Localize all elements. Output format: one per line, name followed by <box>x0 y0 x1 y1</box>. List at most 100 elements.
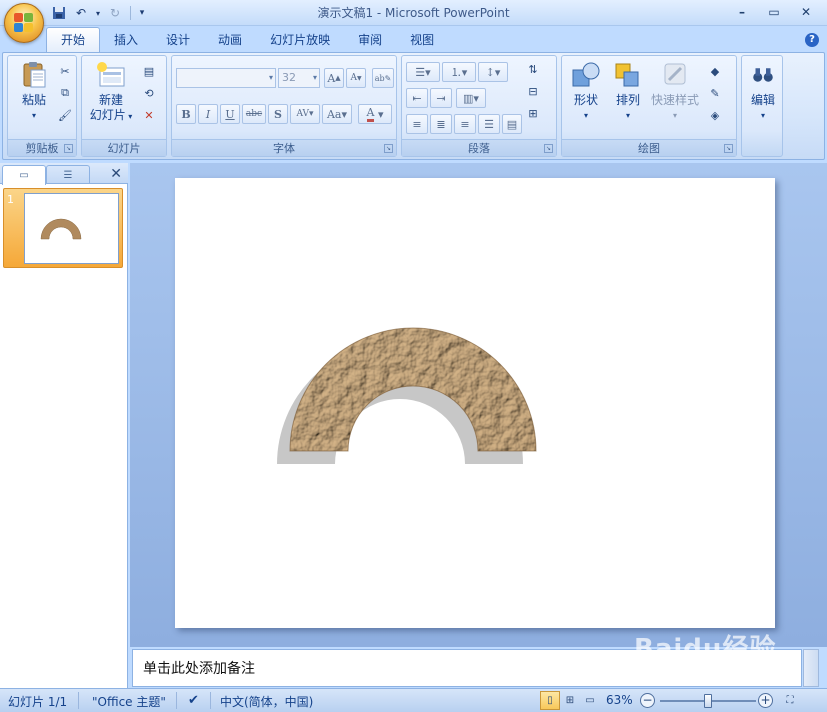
line-spacing-button[interactable]: ↕▾ <box>478 62 508 82</box>
align-text-icon[interactable]: ⊟ <box>524 82 542 100</box>
slide-editing-area <box>130 163 827 647</box>
font-launcher-icon[interactable]: ↘ <box>384 144 393 153</box>
help-icon[interactable]: ? <box>805 33 819 47</box>
fit-to-window-icon[interactable]: ⛶ <box>780 691 800 710</box>
quick-styles-icon <box>664 63 686 85</box>
status-bar: 幻灯片 1/1 "Office 主题" ✔ 中文(简体，中国) ▯ ⊞ ▭ 63… <box>0 688 827 712</box>
align-left-button[interactable]: ≡ <box>406 114 428 134</box>
format-painter-icon[interactable]: 🖌 <box>56 106 74 124</box>
smartart-icon[interactable]: ⊞ <box>524 104 542 122</box>
chevron-down-icon: ▾ <box>268 73 273 82</box>
strikethrough-button[interactable]: abc <box>242 104 266 124</box>
notes-placeholder: 单击此处添加备注 <box>143 661 255 677</box>
shapes-label: 形状 <box>573 93 598 107</box>
change-case-button[interactable]: Aa▾ <box>322 104 352 124</box>
window-controls: – ▭ ✕ <box>727 2 821 22</box>
notes-scrollbar[interactable] <box>803 649 819 687</box>
chevron-down-icon: ▾ <box>125 112 133 121</box>
language-status[interactable]: 中文(简体，中国) <box>220 693 313 710</box>
layout-icon[interactable]: ▤ <box>140 62 158 80</box>
shapes-button[interactable]: 形状 ▾ <box>566 60 606 123</box>
new-slide-label-line1: 新建 <box>98 93 123 107</box>
clear-format-button[interactable]: ab✎ <box>372 68 394 88</box>
align-center-button[interactable]: ≣ <box>430 114 452 134</box>
cut-icon[interactable]: ✂ <box>56 62 74 80</box>
arrange-icon <box>615 63 639 87</box>
clipboard-launcher-icon[interactable]: ↘ <box>64 144 73 153</box>
normal-view-icon[interactable]: ▯ <box>540 691 560 710</box>
shadow-button[interactable]: S <box>268 104 288 124</box>
shrink-font-button[interactable]: A ▼ <box>346 68 366 88</box>
restore-button[interactable]: ▭ <box>759 2 789 22</box>
drawing-launcher-icon[interactable]: ↘ <box>724 144 733 153</box>
spellcheck-icon[interactable]: ✔ <box>188 693 199 708</box>
distribute-button[interactable]: ▤ <box>502 114 522 134</box>
close-button[interactable]: ✕ <box>791 2 821 22</box>
tab-slideshow[interactable]: 幻灯片放映 <box>256 28 344 52</box>
slides-tab-icon[interactable]: ▭ <box>2 165 46 185</box>
zoom-slider-thumb[interactable] <box>704 694 712 708</box>
text-direction-icon[interactable]: ⇅ <box>524 60 542 78</box>
align-right-button[interactable]: ≡ <box>454 114 476 134</box>
font-size-value: 32 <box>282 71 296 84</box>
chevron-down-icon: ▾ <box>312 73 317 82</box>
shape-outline-icon[interactable]: ✎ <box>706 84 724 102</box>
block-arc-shape[interactable] <box>175 178 775 628</box>
tab-review[interactable]: 审阅 <box>344 28 396 52</box>
columns-button[interactable]: ▥▾ <box>456 88 486 108</box>
paragraph-launcher-icon[interactable]: ↘ <box>544 144 553 153</box>
reset-icon[interactable]: ⟲ <box>140 84 158 102</box>
tab-design[interactable]: 设计 <box>152 28 204 52</box>
close-panel-icon[interactable]: ✕ <box>110 166 122 182</box>
zoom-in-button[interactable]: + <box>758 693 773 708</box>
theme-status[interactable]: "Office 主题" <box>92 693 166 710</box>
tab-insert[interactable]: 插入 <box>100 28 152 52</box>
quick-styles-label: 快速样式 <box>650 93 699 107</box>
bullets-button[interactable]: ☰▾ <box>406 62 440 82</box>
slide-count-status: 幻灯片 1/1 <box>8 695 68 709</box>
new-slide-button[interactable]: 新建 幻灯片 ▾ <box>86 60 136 124</box>
arrange-button[interactable]: 排列 ▾ <box>608 60 648 123</box>
editing-button[interactable]: 编辑 ▾ <box>746 60 780 123</box>
new-slide-label-line2: 幻灯片 ▾ <box>90 108 133 124</box>
decrease-indent-button[interactable]: ⇤ <box>406 88 428 108</box>
slide-thumbnail-panel: ▭ ☰ ✕ 1 <box>0 163 128 688</box>
ribbon: 粘贴 ▾ ✂ ⧉ 🖌 剪贴板 ↘ 新建 幻灯片 ▾ ▤ ⟲ ✕ 幻灯片 ▾ 32… <box>2 52 825 160</box>
paste-button[interactable]: 粘贴 ▾ <box>14 60 54 123</box>
slide-sorter-view-icon[interactable]: ⊞ <box>560 691 580 710</box>
bold-button[interactable]: B <box>176 104 196 124</box>
tab-home[interactable]: 开始 <box>46 27 101 52</box>
tab-animations[interactable]: 动画 <box>204 28 256 52</box>
zoom-level[interactable]: 63% <box>606 693 633 707</box>
quick-styles-button[interactable]: 快速样式 ▾ <box>648 60 702 123</box>
copy-icon[interactable]: ⧉ <box>56 84 74 102</box>
outline-tab-icon[interactable]: ☰ <box>46 165 90 184</box>
underline-button[interactable]: U <box>220 104 240 124</box>
shape-fill-icon[interactable]: ◆ <box>706 62 724 80</box>
delete-slide-icon[interactable]: ✕ <box>140 106 158 124</box>
slide-thumbnail[interactable] <box>24 193 119 264</box>
font-color-button[interactable]: A ▾ <box>358 104 392 124</box>
font-name-input[interactable]: ▾ <box>176 68 276 88</box>
baidu-watermark-logo: Baidu经验 <box>634 634 777 664</box>
slide-thumbnail-selected[interactable]: 1 <box>3 188 123 268</box>
office-button[interactable] <box>4 3 44 43</box>
slide-canvas[interactable] <box>175 178 775 628</box>
ribbon-tabs: 开始 插入 设计 动画 幻灯片放映 审阅 视图 <box>46 27 448 52</box>
zoom-out-button[interactable]: − <box>640 693 655 708</box>
chevron-down-icon: ▾ <box>31 111 36 120</box>
increase-indent-button[interactable]: ⇥ <box>430 88 452 108</box>
minimize-button[interactable]: – <box>727 2 757 22</box>
char-spacing-button[interactable]: AV▾ <box>290 104 320 124</box>
justify-button[interactable]: ☰ <box>478 114 500 134</box>
font-group: ▾ 32 ▾ A ▲ A ▼ ab✎ B I U abc S AV▾ Aa▾ A ▾ … <box>171 55 397 157</box>
tab-view[interactable]: 视图 <box>396 28 448 52</box>
slideshow-view-icon[interactable]: ▭ <box>580 691 600 710</box>
thumbnail-arch-shape <box>40 218 82 240</box>
shape-effects-icon[interactable]: ◈ <box>706 106 724 124</box>
italic-button[interactable]: I <box>198 104 218 124</box>
paste-icon <box>23 62 46 88</box>
numbering-button[interactable]: ⒈▾ <box>442 62 476 82</box>
font-size-input[interactable]: 32 ▾ <box>278 68 320 88</box>
grow-font-button[interactable]: A ▲ <box>324 68 344 88</box>
